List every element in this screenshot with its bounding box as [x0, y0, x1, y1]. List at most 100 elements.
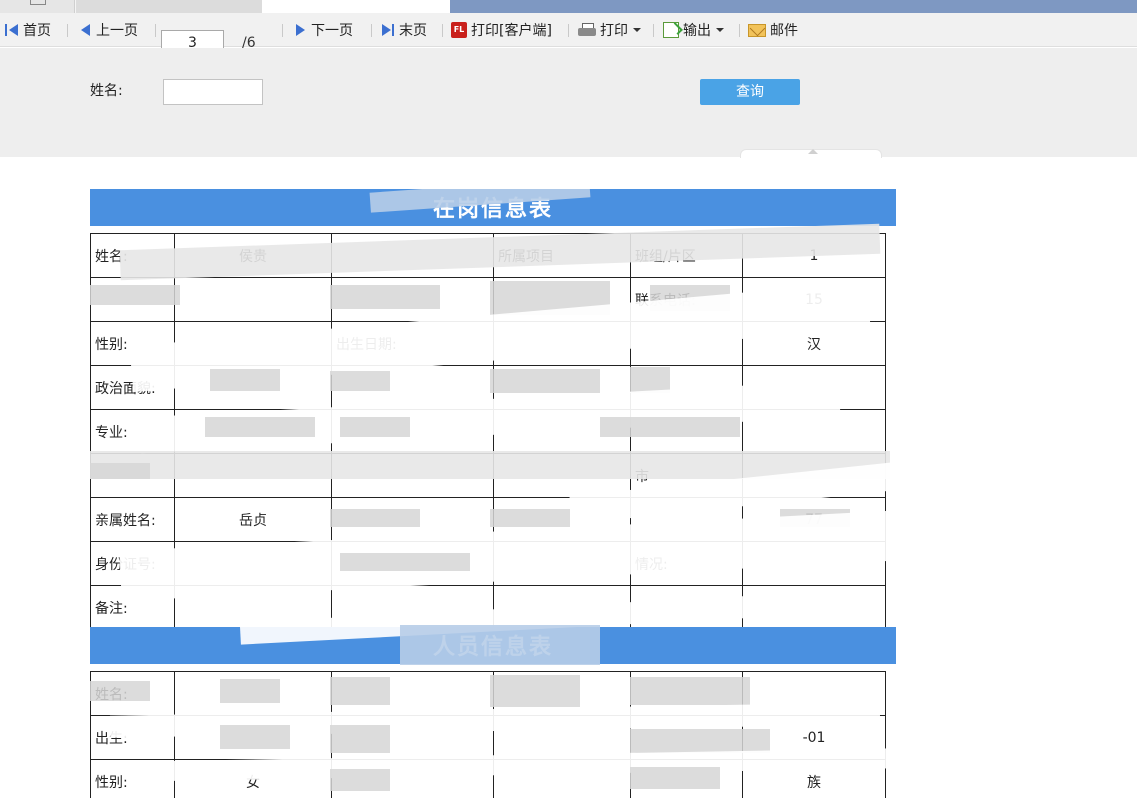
prev-page-button[interactable]: 上一页 — [80, 13, 138, 47]
field-value-cell — [174, 715, 332, 760]
field-label-cell — [90, 277, 175, 322]
field-label-cell: 专业: — [90, 409, 175, 454]
field-value-cell — [493, 453, 631, 498]
table-row: 备注: — [90, 585, 886, 630]
next-page-icon — [295, 23, 307, 37]
field-value-cell — [493, 321, 631, 366]
mail-icon — [748, 23, 766, 37]
field-value-cell — [493, 497, 631, 542]
field-value-cell — [742, 585, 886, 630]
field-value-cell: 女 — [174, 759, 332, 798]
first-page-button[interactable]: 首页 — [5, 13, 51, 47]
tab-strip — [0, 0, 1137, 13]
export-icon — [663, 22, 679, 38]
field-label-cell — [630, 759, 743, 798]
toolbar-divider — [67, 24, 68, 37]
field-label-cell — [630, 497, 743, 542]
last-page-icon — [381, 23, 395, 37]
report-toolbar: 首页 上一页 /6 下一页 末页 FL 打印[客户端] 打印 输出 邮件 — [0, 13, 1137, 55]
field-label-cell: 政治面貌: — [90, 365, 175, 410]
table-row: 市 — [90, 453, 886, 498]
field-value-cell: 15 — [742, 277, 886, 322]
field-value-cell — [174, 365, 332, 410]
field-value-cell — [174, 541, 332, 586]
chevron-down-icon — [633, 28, 641, 32]
table-row: 身份证号: 情况: — [90, 541, 886, 586]
toolbar-divider — [653, 24, 654, 37]
field-value-cell: 岳贞 — [174, 497, 332, 542]
field-label-cell: 出生: — [90, 715, 175, 760]
field-label-cell: 亲属姓名: — [90, 497, 175, 542]
field-value-cell: 汉 — [742, 321, 886, 366]
field-label-cell — [630, 585, 743, 630]
table-row: 性别: 出生日期: 汉 — [90, 321, 886, 366]
info-table: 姓名: 侯贵 所属项目 班组/片区 1 联系电话: 15 性别: 出生日期: 汉政治面貌: 专业: 市… — [90, 233, 886, 630]
name-filter-input[interactable] — [163, 79, 263, 105]
print-button[interactable]: 打印 — [578, 13, 641, 47]
section-title: 在岗信息表 — [432, 197, 553, 222]
last-page-button[interactable]: 末页 — [381, 13, 427, 47]
field-label-cell — [331, 585, 494, 630]
field-value-cell: 77 — [742, 497, 886, 542]
table-row: 出生: -01 — [90, 715, 886, 760]
table-row: 专业: — [90, 409, 886, 454]
toolbar-divider — [371, 24, 372, 37]
print-client-label: 打印[客户端] — [471, 23, 552, 39]
field-value-cell: 所属项目 — [493, 233, 631, 278]
field-label-cell — [331, 759, 494, 798]
collapse-panel-toggle[interactable] — [740, 149, 882, 158]
query-button[interactable]: 查询 — [700, 79, 800, 105]
table-row: 姓名: — [90, 671, 886, 716]
field-value-cell — [174, 321, 332, 366]
field-value-cell — [174, 671, 332, 716]
field-label-cell: 性别: — [90, 321, 175, 366]
field-value-cell — [493, 759, 631, 798]
field-value-cell — [493, 541, 631, 586]
section-title: 人员信息表 — [432, 635, 553, 660]
name-filter-label: 姓名: — [90, 83, 123, 99]
field-label-cell: 身份证号: — [90, 541, 175, 586]
export-button[interactable]: 输出 — [663, 13, 724, 47]
field-value-cell: 侯贵 — [174, 233, 332, 278]
field-label-cell — [90, 453, 175, 498]
next-page-label: 下一页 — [311, 23, 353, 39]
field-value-cell: 族 — [742, 759, 886, 798]
field-value-cell — [742, 453, 886, 498]
field-label-cell — [331, 277, 494, 322]
field-value-cell: 1 — [742, 233, 886, 278]
field-label-cell — [331, 671, 494, 716]
field-label-cell — [630, 409, 743, 454]
next-page-button[interactable]: 下一页 — [295, 13, 353, 47]
tab-active[interactable] — [262, 0, 450, 13]
table-row: 联系电话: 15 — [90, 277, 886, 322]
field-value-cell: -01 — [742, 715, 886, 760]
field-value-cell — [742, 671, 886, 716]
tab-secondary[interactable] — [76, 0, 262, 13]
first-page-icon — [5, 23, 19, 37]
field-value-cell — [493, 585, 631, 630]
field-label-cell — [331, 365, 494, 410]
last-page-label: 末页 — [399, 23, 427, 39]
field-value-cell — [174, 277, 332, 322]
field-label-cell — [331, 409, 494, 454]
export-label: 输出 — [683, 23, 711, 39]
toolbar-divider — [155, 24, 156, 37]
field-label-cell — [630, 715, 743, 760]
field-label-cell — [331, 453, 494, 498]
field-label-cell: 班组/片区 — [630, 233, 743, 278]
field-value-cell — [493, 277, 631, 322]
field-value-cell — [174, 585, 332, 630]
field-label-cell — [331, 497, 494, 542]
field-label-cell: 联系电话: — [630, 277, 743, 322]
section-title-bar: 在岗信息表 — [90, 189, 896, 226]
field-value-cell — [742, 541, 886, 586]
mail-button[interactable]: 邮件 — [748, 13, 798, 47]
field-label-cell — [630, 321, 743, 366]
field-value-cell — [493, 715, 631, 760]
field-label-cell — [630, 671, 743, 716]
field-value-cell — [493, 671, 631, 716]
section-title-bar: 人员信息表 — [90, 627, 896, 664]
prev-page-label: 上一页 — [96, 23, 138, 39]
print-client-button[interactable]: FL 打印[客户端] — [451, 13, 552, 47]
tab-home[interactable] — [0, 0, 75, 13]
